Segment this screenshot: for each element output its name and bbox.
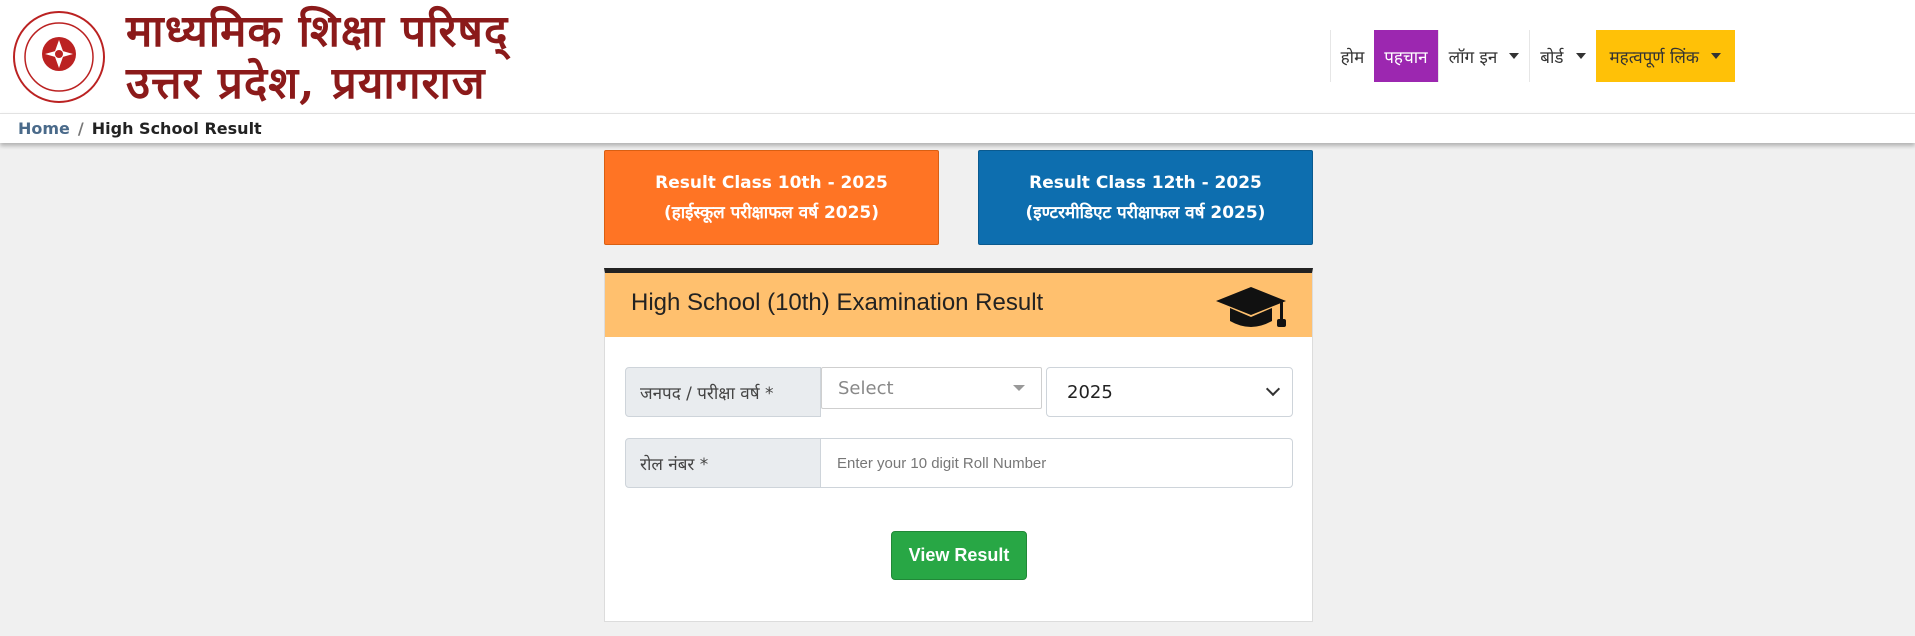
roll-number-row: रोल नंबर * bbox=[625, 438, 1293, 488]
card-header: High School (10th) Examination Result bbox=[605, 273, 1312, 337]
caret-down-icon bbox=[1575, 53, 1586, 59]
site-header: माध्यमिक शिक्षा परिषद् उत्तर प्रदेश, प्र… bbox=[0, 0, 1915, 113]
nav-pehchan[interactable]: पहचान bbox=[1374, 30, 1438, 82]
graduation-cap-icon bbox=[1216, 287, 1286, 327]
result-class-12-button[interactable]: Result Class 12th - 2025 (इण्टरमीडिएट पर… bbox=[978, 150, 1313, 245]
year-select[interactable]: 2025 bbox=[1046, 367, 1293, 417]
view-result-button[interactable]: View Result bbox=[891, 531, 1027, 580]
nav-pehchan-label: पहचान bbox=[1384, 47, 1428, 68]
site-logo-text[interactable]: माध्यमिक शिक्षा परिषद् उत्तर प्रदेश, प्र… bbox=[126, 6, 508, 110]
result-class-10-button[interactable]: Result Class 10th - 2025 (हाईस्कूल परीक्… bbox=[604, 150, 939, 245]
logo-line-2: उत्तर प्रदेश, प्रयागराज bbox=[126, 58, 486, 109]
nav-home-label: होम bbox=[1340, 47, 1365, 68]
breadcrumb: Home / High School Result bbox=[0, 113, 1915, 143]
district-select[interactable]: Select bbox=[821, 367, 1042, 409]
district-select-value: Select bbox=[838, 377, 894, 399]
nav-important-links-dropdown[interactable]: महत्वपूर्ण लिंक bbox=[1595, 30, 1735, 82]
breadcrumb-separator: / bbox=[77, 119, 84, 138]
chevron-down-icon bbox=[1265, 381, 1281, 397]
result-class-12-line1: Result Class 12th - 2025 bbox=[1029, 172, 1262, 193]
card-title: High School (10th) Examination Result bbox=[631, 289, 1044, 316]
year-select-value: 2025 bbox=[1067, 381, 1113, 403]
nav-login-dropdown[interactable]: लॉग इन bbox=[1437, 30, 1530, 82]
nav-home[interactable]: होम bbox=[1329, 30, 1375, 82]
chevron-down-icon bbox=[1013, 385, 1025, 391]
breadcrumb-current: High School Result bbox=[91, 119, 262, 138]
breadcrumb-home-link[interactable]: Home bbox=[18, 119, 70, 138]
up-board-seal-icon[interactable] bbox=[12, 10, 106, 104]
nav-important-links-label: महत्वपूर्ण लिंक bbox=[1609, 47, 1700, 68]
district-year-label: जनपद / परीक्षा वर्ष * bbox=[625, 367, 821, 417]
roll-number-label: रोल नंबर * bbox=[625, 438, 821, 488]
caret-down-icon bbox=[1711, 53, 1721, 59]
district-year-row: जनपद / परीक्षा वर्ष * Select 2025 bbox=[625, 367, 1293, 417]
result-class-10-line2: (हाईस्कूल परीक्षाफल वर्ष 2025) bbox=[663, 202, 880, 223]
caret-down-icon bbox=[1509, 53, 1520, 59]
result-class-10-line1: Result Class 10th - 2025 bbox=[655, 172, 888, 193]
result-form-card: High School (10th) Examination Result जन… bbox=[604, 268, 1313, 622]
main-nav: होम पहचान लॉग इन बोर्ड महत्वपूर्ण लिंक bbox=[1329, 30, 1735, 82]
roll-number-input[interactable] bbox=[821, 438, 1293, 488]
nav-board-dropdown[interactable]: बोर्ड bbox=[1529, 30, 1595, 82]
nav-board-label: बोर्ड bbox=[1540, 47, 1564, 68]
logo-line-1: माध्यमिक शिक्षा परिषद् bbox=[126, 6, 509, 57]
nav-login-label: लॉग इन bbox=[1448, 47, 1498, 68]
result-class-12-line2: (इण्टरमीडिएट परीक्षाफल वर्ष 2025) bbox=[1025, 202, 1266, 223]
